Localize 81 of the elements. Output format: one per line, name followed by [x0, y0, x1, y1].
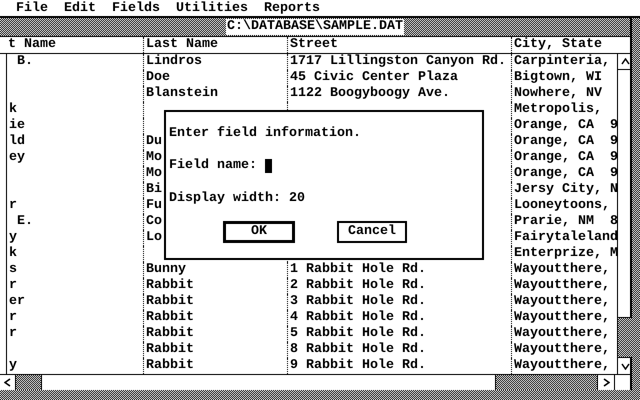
table-cell: 45 Civic Center Plaza: [290, 70, 458, 85]
menu-item[interactable]: Fields: [112, 0, 160, 16]
table-cell-text: y: [8, 230, 17, 246]
table-cell-text: y: [8, 358, 17, 374]
table-cell: Metropolis,: [514, 102, 602, 117]
table-cell: 8 Rabbit Hole Rd.: [290, 342, 426, 357]
dialog-button[interactable]: OK: [223, 221, 295, 243]
table-cell-text: s: [8, 262, 17, 278]
table-cell: Orange, CA 9: [514, 166, 618, 181]
menu-item[interactable]: File: [16, 0, 48, 16]
table-cell: Wayoutthere,: [514, 358, 610, 373]
table-cell: Rabbit: [146, 342, 194, 357]
table-cell-text: ld: [8, 134, 25, 150]
table-cell-text: k: [8, 246, 17, 262]
table-cell: Rabbit: [146, 358, 194, 373]
table-cell: Co: [146, 214, 162, 229]
table-cell: Carpinteria,: [514, 54, 610, 69]
table-cell: 1 Rabbit Hole Rd.: [290, 262, 426, 277]
horizontal-scrollbar[interactable]: [0, 374, 630, 390]
table-cell: Wayoutthere,: [514, 310, 610, 325]
table-cell: Doe: [146, 70, 170, 85]
table-cell-text: E.: [16, 214, 33, 230]
dialog-message: Enter field information.: [169, 126, 361, 142]
table-cell: Looneytoons,: [514, 198, 610, 213]
table-cell: Rabbit: [146, 294, 194, 309]
table-cell-text: er: [8, 294, 25, 310]
table-cell-text: r: [8, 310, 17, 326]
menu-item[interactable]: Utilities: [176, 0, 248, 16]
table-cell-text: r: [8, 198, 17, 214]
table-cell: Lo: [146, 230, 162, 245]
table-cell-text: k: [8, 102, 17, 118]
table-cell: 1122 Boogyboogy Ave.: [290, 86, 450, 101]
table-cell: 9 Rabbit Hole Rd.: [290, 358, 426, 373]
table-cell: 3 Rabbit Hole Rd.: [290, 294, 426, 309]
table-cell: Bigtown, WI: [514, 70, 602, 85]
table-cell: 4 Rabbit Hole Rd.: [290, 310, 426, 325]
table-cell: Orange, CA 9: [514, 150, 618, 165]
table-cell: Du: [146, 134, 162, 149]
table-cell: Bunny: [146, 262, 186, 277]
window-title: C:\DATABASE\SAMPLE.DAT: [226, 19, 404, 35]
table-cell: Rabbit: [146, 326, 194, 341]
table-cell: Wayoutthere,: [514, 294, 610, 309]
table-cell-text: r: [8, 326, 17, 342]
field-label: Field name:: [169, 158, 257, 174]
column-header[interactable]: Last Name: [143, 37, 287, 53]
table-cell: Lindros: [146, 54, 202, 69]
table-cell: Wayoutthere,: [514, 342, 610, 357]
text-cursor[interactable]: [264, 159, 272, 173]
dialog-button[interactable]: Cancel: [337, 221, 407, 243]
table-cell: Prarie, NM 8: [514, 214, 618, 229]
table-cell-text: B.: [16, 54, 33, 70]
column-header[interactable]: Street: [287, 37, 511, 53]
table-cell: Wayoutthere,: [514, 278, 610, 293]
table-cell: Mo: [146, 150, 162, 165]
menu-item[interactable]: Edit: [64, 0, 96, 16]
table-cell: 2 Rabbit Hole Rd.: [290, 278, 426, 293]
display-width-text: Display width: 20: [169, 191, 305, 207]
column-header[interactable]: t Name: [0, 37, 143, 53]
table-cell-text: r: [8, 278, 17, 294]
vertical-scrollbar[interactable]: [617, 54, 632, 374]
table-cell: Nowhere, NV: [514, 86, 602, 101]
table-cell: Bi: [146, 182, 162, 197]
table-cell: Rabbit: [146, 310, 194, 325]
table-cell: 5 Rabbit Hole Rd.: [290, 326, 426, 341]
table-cell-text: ey: [8, 150, 25, 166]
table-cell: 1717 Lillingston Canyon Rd.: [290, 54, 506, 69]
table-cell: Fairytaleland: [514, 230, 618, 245]
table-cell: Wayoutthere,: [514, 262, 610, 277]
table-cell: Jersy City, N: [514, 182, 618, 197]
table-cell: Wayoutthere,: [514, 326, 610, 341]
table-cell: Rabbit: [146, 278, 194, 293]
column-header[interactable]: City, State: [511, 37, 617, 53]
menu-item[interactable]: Reports: [264, 0, 320, 16]
table-cell: Orange, CA 9: [514, 118, 618, 133]
table-cell-text: ie: [8, 118, 25, 134]
table-cell: Orange, CA 9: [514, 134, 618, 149]
table-cell: Blanstein: [146, 86, 218, 101]
table-cell: Fu: [146, 198, 162, 213]
scrollbar-thumb[interactable]: [618, 317, 632, 358]
table-cell: Mo: [146, 166, 162, 181]
scrollbar-thumb[interactable]: [16, 375, 42, 390]
